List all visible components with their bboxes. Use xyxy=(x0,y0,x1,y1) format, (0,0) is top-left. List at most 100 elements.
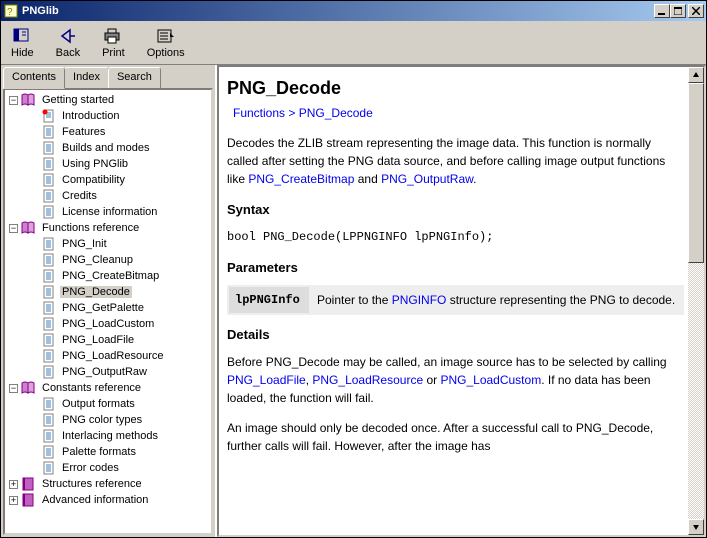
tree-label: Builds and modes xyxy=(60,142,151,154)
back-icon xyxy=(58,26,78,46)
tree-section[interactable]: −Constants reference xyxy=(7,380,209,396)
page-icon xyxy=(41,173,57,187)
print-button[interactable]: Print xyxy=(98,24,129,61)
tree-item[interactable]: PNG_LoadFile xyxy=(7,332,209,348)
breadcrumb: Functions > PNG_Decode xyxy=(233,104,684,122)
titlebar: ? PNGlib xyxy=(1,1,706,21)
heading-syntax: Syntax xyxy=(227,200,684,220)
tree-item[interactable]: Error codes xyxy=(7,460,209,476)
page-icon xyxy=(41,285,57,299)
tree-item[interactable]: Compatibility xyxy=(7,172,209,188)
tree-item[interactable]: PNG_OutputRaw xyxy=(7,364,209,380)
tree-item[interactable]: Interlacing methods xyxy=(7,428,209,444)
link-pnginfo[interactable]: PNGINFO xyxy=(392,293,447,307)
intro-paragraph: Decodes the ZLIB stream representing the… xyxy=(227,134,684,188)
expand-icon[interactable]: + xyxy=(9,480,18,489)
hide-icon xyxy=(12,26,32,46)
back-button[interactable]: Back xyxy=(52,24,84,61)
tree-item[interactable]: Features xyxy=(7,124,209,140)
scroll-track[interactable] xyxy=(688,83,704,519)
contents-tree[interactable]: − Getting started IntroductionFeatures Buil… xyxy=(3,88,213,535)
tree-item[interactable]: Credits xyxy=(7,188,209,204)
tree-section[interactable]: − Functions reference xyxy=(7,220,209,236)
tree-label: Advanced information xyxy=(40,494,150,506)
link-loadresource[interactable]: PNG_LoadResource xyxy=(312,373,423,387)
tree-item[interactable]: Using PNGlib xyxy=(7,156,209,172)
page-icon xyxy=(41,189,57,203)
tree-label: Functions reference xyxy=(40,222,141,234)
link-loadcustom[interactable]: PNG_LoadCustom xyxy=(440,373,541,387)
page-icon xyxy=(41,269,57,283)
tree-item[interactable]: PNG_GetPalette xyxy=(7,300,209,316)
minimize-button[interactable] xyxy=(654,4,670,18)
tree-label: Credits xyxy=(60,190,99,202)
tree-label: PNG_Decode xyxy=(60,286,132,298)
tree-section[interactable]: + Structures reference xyxy=(7,476,209,492)
scroll-thumb[interactable] xyxy=(688,83,704,263)
scrollbar[interactable] xyxy=(688,67,704,535)
tree-item[interactable]: PNG_CreateBitmap xyxy=(7,268,209,284)
tree-label: PNG_LoadResource xyxy=(60,350,166,362)
tree-label: Palette formats xyxy=(60,446,138,458)
page-icon xyxy=(41,365,57,379)
tree-label: PNG color types xyxy=(60,414,144,426)
collapse-icon[interactable]: − xyxy=(9,384,18,393)
book-closed-icon xyxy=(21,477,37,491)
tree-item[interactable]: PNG_LoadCustom xyxy=(7,316,209,332)
tab-contents[interactable]: Contents xyxy=(3,67,65,89)
hide-button[interactable]: Hide xyxy=(7,24,38,61)
tree-item[interactable]: Builds and modes xyxy=(7,140,209,156)
page-icon xyxy=(41,125,57,139)
tree-label: PNG_Cleanup xyxy=(60,254,135,266)
navigation-pane: Contents Index Search − Getting started In… xyxy=(1,65,217,537)
scroll-up-button[interactable] xyxy=(688,67,704,83)
page-icon xyxy=(41,445,57,459)
details-p2: An image should only be decoded once. Af… xyxy=(227,419,684,455)
page-icon xyxy=(41,333,57,347)
collapse-icon[interactable]: − xyxy=(9,224,18,233)
tab-index[interactable]: Index xyxy=(64,67,109,88)
tree-item[interactable]: PNG_LoadResource xyxy=(7,348,209,364)
tree-section[interactable]: − Getting started xyxy=(7,92,209,108)
tree-section[interactable]: + Advanced information xyxy=(7,492,209,508)
scroll-down-button[interactable] xyxy=(688,519,704,535)
tree-label: PNG_OutputRaw xyxy=(60,366,149,378)
page-icon xyxy=(41,253,57,267)
tree-label: Compatibility xyxy=(60,174,127,186)
tree-item[interactable]: Output formats xyxy=(7,396,209,412)
tree-label: Getting started xyxy=(40,94,116,106)
breadcrumb-current[interactable]: PNG_Decode xyxy=(299,106,373,120)
param-desc: Pointer to the PNGINFO structure represe… xyxy=(311,287,682,313)
link-loadfile[interactable]: PNG_LoadFile xyxy=(227,373,306,387)
link-outputraw[interactable]: PNG_OutputRaw xyxy=(381,172,473,186)
tree-label: Structures reference xyxy=(40,478,144,490)
expand-icon[interactable]: + xyxy=(9,496,18,505)
close-button[interactable] xyxy=(688,4,704,18)
maximize-button[interactable] xyxy=(670,4,686,18)
collapse-icon[interactable]: − xyxy=(9,96,18,105)
window-title: PNGlib xyxy=(22,5,654,17)
tree-item[interactable]: PNG color types xyxy=(7,412,209,428)
page-icon xyxy=(41,301,57,315)
book-closed-icon xyxy=(21,493,37,507)
tree-item[interactable]: PNG_Decode xyxy=(7,284,209,300)
breadcrumb-functions[interactable]: Functions xyxy=(233,106,285,120)
tree-label: Output formats xyxy=(60,398,137,410)
tree-item[interactable]: PNG_Cleanup xyxy=(7,252,209,268)
tab-search[interactable]: Search xyxy=(108,67,161,88)
page-icon xyxy=(41,237,57,251)
book-open-icon xyxy=(21,221,37,235)
options-button[interactable]: Options xyxy=(143,24,189,61)
link-createbitmap[interactable]: PNG_CreateBitmap xyxy=(248,172,354,186)
toolbar: Hide Back Print Options xyxy=(1,21,706,65)
tree-item[interactable]: Palette formats xyxy=(7,444,209,460)
param-name: lpPNGInfo xyxy=(229,287,309,313)
tree-item[interactable]: PNG_Init xyxy=(7,236,209,252)
tree-label: PNG_LoadCustom xyxy=(60,318,156,330)
details-p1: Before PNG_Decode may be called, an imag… xyxy=(227,353,684,407)
tree-item[interactable]: License information xyxy=(7,204,209,220)
tree-item[interactable]: Introduction xyxy=(7,108,209,124)
page-icon xyxy=(41,205,57,219)
tree-label: License information xyxy=(60,206,159,218)
page-title: PNG_Decode xyxy=(227,75,684,102)
